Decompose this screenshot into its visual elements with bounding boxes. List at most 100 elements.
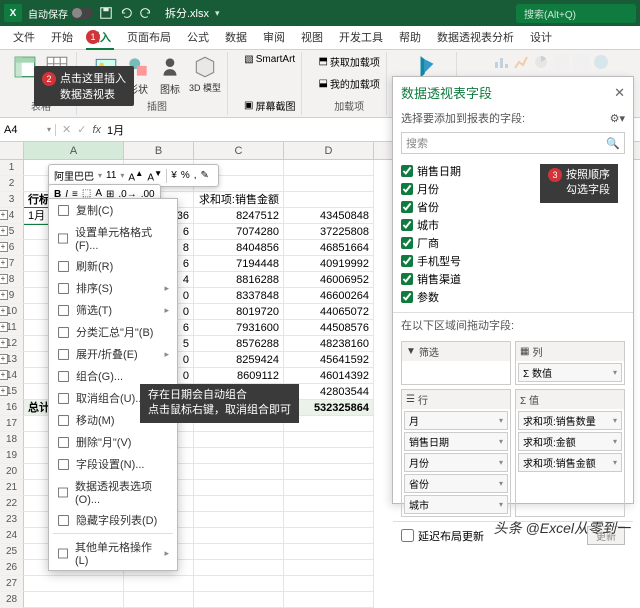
cell[interactable]: 46600264 bbox=[284, 288, 374, 304]
col-header[interactable]: B bbox=[124, 142, 194, 159]
filter-drop-area[interactable]: ▼ 筛选 bbox=[401, 341, 511, 385]
chart-icon[interactable] bbox=[493, 54, 509, 70]
defer-layout-checkbox[interactable]: 延迟布局更新 bbox=[401, 528, 484, 544]
font-name[interactable]: 阿里巴巴 bbox=[54, 168, 94, 183]
tab-数据[interactable]: 数据 bbox=[218, 25, 254, 49]
expand-icon[interactable]: + bbox=[0, 210, 8, 220]
tab-开始[interactable]: 开始 bbox=[44, 25, 80, 49]
row-header[interactable]: 8+ bbox=[0, 272, 24, 288]
expand-icon[interactable]: + bbox=[0, 242, 8, 252]
col-header[interactable]: A bbox=[24, 142, 124, 159]
cell[interactable]: 8247512 bbox=[194, 208, 284, 224]
expand-icon[interactable]: + bbox=[0, 354, 8, 364]
cell[interactable]: 8019720 bbox=[194, 304, 284, 320]
expand-icon[interactable]: + bbox=[0, 306, 8, 316]
expand-icon[interactable]: + bbox=[0, 338, 8, 348]
row-header[interactable]: 22 bbox=[0, 496, 24, 512]
menu-check[interactable]: 分类汇总"月"(B) bbox=[49, 321, 177, 343]
close-icon[interactable]: ✕ bbox=[614, 85, 625, 101]
cell[interactable]: 48238160 bbox=[284, 336, 374, 352]
tab-文件[interactable]: 文件 bbox=[6, 25, 42, 49]
row-header[interactable]: 6+ bbox=[0, 240, 24, 256]
menu-expand[interactable]: 展开/折叠(E)▸ bbox=[49, 343, 177, 365]
row-header[interactable]: 11+ bbox=[0, 320, 24, 336]
row-header[interactable]: 18 bbox=[0, 432, 24, 448]
cell[interactable]: 8337848 bbox=[194, 288, 284, 304]
tab-公式[interactable]: 公式 bbox=[180, 25, 216, 49]
cell[interactable]: 37225808 bbox=[284, 224, 374, 240]
row-header[interactable]: 12+ bbox=[0, 336, 24, 352]
save-icon[interactable] bbox=[99, 6, 113, 20]
expand-icon[interactable]: + bbox=[0, 370, 8, 380]
drop-item[interactable]: 求和项:销售金额▾ bbox=[518, 453, 622, 472]
cell[interactable]: 45641592 bbox=[284, 352, 374, 368]
chart-icon[interactable] bbox=[533, 54, 549, 70]
cell[interactable]: 7074280 bbox=[194, 224, 284, 240]
currency-icon[interactable]: ¥ bbox=[171, 170, 177, 181]
drop-item[interactable]: Σ 数值▾ bbox=[518, 363, 622, 382]
row-header[interactable]: 26 bbox=[0, 560, 24, 576]
expand-icon[interactable]: + bbox=[0, 322, 8, 332]
row-header[interactable]: 15+ bbox=[0, 384, 24, 400]
cancel-icon[interactable]: ✕ bbox=[62, 123, 71, 136]
row-header[interactable]: 24 bbox=[0, 528, 24, 544]
confirm-icon[interactable]: ✓ bbox=[77, 123, 86, 136]
expand-icon[interactable]: + bbox=[0, 274, 8, 284]
row-header[interactable]: 27 bbox=[0, 576, 24, 592]
field-厂商[interactable]: 厂商 bbox=[401, 234, 625, 252]
cell[interactable]: 7931600 bbox=[194, 320, 284, 336]
row-header[interactable]: 20 bbox=[0, 464, 24, 480]
row-header[interactable]: 13+ bbox=[0, 352, 24, 368]
autosave-toggle[interactable]: 自动保存 bbox=[28, 6, 93, 21]
name-box[interactable]: A4▾ bbox=[0, 124, 56, 136]
row-header[interactable]: 14+ bbox=[0, 368, 24, 384]
row-header[interactable]: 2 bbox=[0, 176, 24, 192]
field-城市[interactable]: 城市 bbox=[401, 216, 625, 234]
cell[interactable]: 8404856 bbox=[194, 240, 284, 256]
col-header[interactable]: D bbox=[284, 142, 374, 159]
cell[interactable]: 8576288 bbox=[194, 336, 284, 352]
rows-drop-area[interactable]: ☰ 行 月▾销售日期▾月份▾省份▾城市▾ bbox=[401, 389, 511, 517]
menu-options[interactable]: 数据透视表选项(O)... bbox=[49, 475, 177, 509]
menu-copy[interactable]: 复制(C) bbox=[49, 199, 177, 221]
undo-icon[interactable] bbox=[119, 6, 133, 20]
tab-帮助[interactable]: 帮助 bbox=[392, 25, 428, 49]
smartart-button[interactable]: ▧ SmartArt bbox=[244, 54, 295, 65]
tab-数据透视表分析[interactable]: 数据透视表分析 bbox=[430, 25, 521, 49]
percent-icon[interactable]: % bbox=[181, 170, 190, 181]
tab-开发工具[interactable]: 开发工具 bbox=[332, 25, 390, 49]
cell[interactable]: 46006952 bbox=[284, 272, 374, 288]
format-painter-icon[interactable]: ✎ bbox=[201, 170, 209, 181]
row-header[interactable]: 10+ bbox=[0, 304, 24, 320]
drop-item[interactable]: 月▾ bbox=[404, 411, 508, 430]
row-header[interactable]: 19 bbox=[0, 448, 24, 464]
col-header[interactable]: C bbox=[194, 142, 284, 159]
get-addins-button[interactable]: ⬒ 获取加载项 bbox=[318, 54, 379, 69]
chart-icon[interactable] bbox=[573, 54, 589, 70]
field-search[interactable]: 搜索 🔍 bbox=[401, 132, 625, 154]
row-header[interactable]: 17 bbox=[0, 416, 24, 432]
cell[interactable]: 8259424 bbox=[194, 352, 284, 368]
formula-content[interactable]: 1月 bbox=[107, 122, 124, 138]
expand-icon[interactable]: + bbox=[0, 226, 8, 236]
3d-models-button[interactable]: 3D 模型 bbox=[189, 54, 221, 96]
cell[interactable]: 44065072 bbox=[284, 304, 374, 320]
chart-icon[interactable] bbox=[553, 54, 569, 70]
row-header[interactable]: 1 bbox=[0, 160, 24, 176]
menu-other[interactable]: 其他单元格操作(L)▸ bbox=[49, 536, 177, 570]
row-header[interactable]: 28 bbox=[0, 592, 24, 608]
cell[interactable]: 43450848 bbox=[284, 208, 374, 224]
values-drop-area[interactable]: Σ 值 求和项:销售数量▾求和项:金额▾求和项:销售金额▾ bbox=[515, 389, 625, 517]
tab-视图[interactable]: 视图 bbox=[294, 25, 330, 49]
increase-font-icon[interactable]: A▲ bbox=[128, 168, 143, 183]
menu-delete[interactable]: 删除"月"(V) bbox=[49, 431, 177, 453]
tab-审阅[interactable]: 审阅 bbox=[256, 25, 292, 49]
map-chart-icon[interactable] bbox=[593, 54, 609, 70]
row-header[interactable]: 7+ bbox=[0, 256, 24, 272]
drop-item[interactable]: 求和项:销售数量▾ bbox=[518, 411, 622, 430]
expand-icon[interactable]: + bbox=[0, 386, 8, 396]
columns-drop-area[interactable]: ▦ 列 Σ 数值▾ bbox=[515, 341, 625, 385]
cell[interactable]: 8816288 bbox=[194, 272, 284, 288]
decrease-font-icon[interactable]: A▼ bbox=[147, 168, 162, 183]
menu-refresh[interactable]: 刷新(R) bbox=[49, 255, 177, 277]
